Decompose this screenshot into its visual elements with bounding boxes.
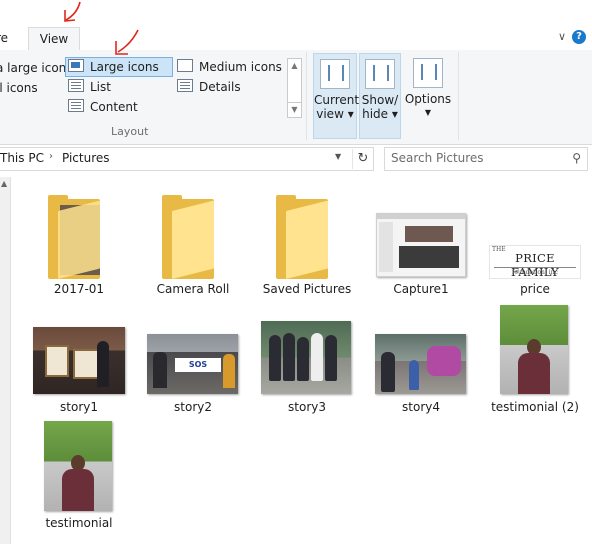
search-box[interactable]: ⚲	[384, 147, 588, 171]
file-name: Camera Roll	[156, 282, 230, 296]
medium-icons-label: Medium icons	[199, 60, 282, 74]
address-bar[interactable]: This PC › Pictures ▼ ↻	[0, 147, 374, 171]
annotation-arrow-large-icons	[115, 29, 139, 55]
file-item-story1[interactable]: story1	[27, 305, 131, 415]
extra-large-icons-label: a large icons	[0, 61, 73, 75]
file-item-camera-roll[interactable]: Camera Roll	[141, 195, 245, 300]
file-name: 2017-01	[53, 282, 105, 296]
scroll-up-icon[interactable]: ▲	[1, 179, 7, 188]
options-icon	[413, 58, 443, 88]
price-logo-thumbnail: THE PRICE FAMILY foundation, inc	[489, 245, 581, 279]
address-dropdown-icon[interactable]: ▼	[335, 152, 341, 161]
content-icon	[68, 99, 84, 112]
layout-list[interactable]: List	[68, 78, 111, 96]
ribbon-divider	[306, 52, 307, 140]
details-label: Details	[199, 80, 241, 94]
file-name: Capture1	[393, 282, 449, 296]
file-item-price[interactable]: THE PRICE FAMILY foundation, inc price	[483, 195, 587, 300]
file-item-2017-01[interactable]: 2017-01	[27, 195, 131, 300]
capture1-thumbnail	[376, 213, 466, 277]
chevron-down-icon[interactable]: ∨	[558, 30, 566, 43]
folder-icon	[48, 195, 100, 279]
folder-icon	[276, 195, 328, 279]
layout-extra-large-icons[interactable]: a large icons	[0, 59, 73, 77]
options-button[interactable]: Options ▼	[403, 53, 453, 137]
details-icon	[177, 79, 193, 92]
file-item-testimonial[interactable]: testimonial	[27, 418, 131, 533]
large-icons-icon	[68, 59, 84, 72]
search-input[interactable]	[391, 151, 561, 165]
current-view-button[interactable]: Current view ▾	[313, 53, 360, 139]
layout-details[interactable]: Details	[177, 78, 241, 96]
layout-content[interactable]: Content	[68, 98, 138, 116]
search-icon[interactable]: ⚲	[572, 151, 581, 165]
help-icon[interactable]: ?	[572, 30, 586, 44]
file-item-story2[interactable]: SOS story2	[141, 305, 245, 415]
current-view-label-1: Current	[314, 93, 360, 107]
story3-thumbnail	[261, 321, 351, 394]
ribbon-tabs: re View ∨ ?	[0, 0, 592, 52]
annotation-arrow-view	[64, 1, 81, 22]
tab-file[interactable]: re	[0, 27, 8, 50]
logo-subtitle: foundation, inc	[512, 269, 558, 276]
file-item-testimonial-2[interactable]: testimonial (2)	[483, 305, 587, 415]
file-name: testimonial	[45, 516, 113, 530]
story1-thumbnail	[33, 327, 125, 394]
file-name: story2	[174, 400, 212, 414]
refresh-icon[interactable]: ↻	[352, 149, 373, 169]
layout-gallery-scroll[interactable]: ▲ ▼	[287, 58, 302, 118]
breadcrumb-this-pc[interactable]: This PC	[0, 151, 44, 165]
breadcrumb-separator-icon[interactable]: ›	[49, 151, 53, 162]
story2-thumbnail: SOS	[147, 334, 238, 394]
testimonial-thumbnail	[44, 421, 112, 511]
layout-medium-icons[interactable]: Medium icons	[177, 58, 282, 76]
file-name: story3	[288, 400, 326, 414]
current-view-label-2: view	[316, 107, 344, 121]
layout-small-icons[interactable]: ll icons	[0, 79, 38, 97]
folder-icon	[162, 195, 214, 279]
list-label: List	[90, 80, 111, 94]
testimonial-2-thumbnail	[500, 305, 568, 394]
file-item-story4[interactable]: story4	[369, 305, 473, 415]
file-item-capture1[interactable]: Capture1	[369, 195, 473, 300]
show-hide-button[interactable]: Show/ hide ▾	[359, 53, 401, 139]
medium-icons-icon	[177, 59, 193, 72]
file-item-saved-pictures[interactable]: Saved Pictures	[255, 195, 359, 300]
current-view-icon	[320, 59, 350, 89]
file-name: Saved Pictures	[262, 282, 352, 296]
navigation-pane[interactable]: ▲	[0, 177, 11, 544]
breadcrumb-pictures[interactable]: Pictures	[62, 151, 110, 165]
content-label: Content	[90, 100, 138, 114]
options-label: Options	[404, 92, 452, 106]
expand-gallery-icon[interactable]: ▼	[288, 102, 301, 117]
show-hide-label-1: Show/	[361, 93, 399, 107]
story4-thumbnail	[375, 334, 466, 394]
file-name: price	[520, 282, 550, 296]
file-name: story1	[60, 400, 98, 414]
file-name: story4	[402, 400, 440, 414]
small-icons-label: ll icons	[0, 81, 38, 95]
scroll-up-icon[interactable]: ▲	[288, 59, 301, 73]
large-icons-label: Large icons	[90, 60, 159, 74]
file-item-story3[interactable]: story3	[255, 305, 359, 415]
show-hide-icon	[365, 59, 395, 89]
ribbon-divider-2	[458, 52, 459, 140]
layout-group-label: Layout	[111, 125, 149, 138]
layout-large-icons[interactable]: Large icons	[65, 57, 173, 77]
show-hide-label-2: hide	[362, 107, 389, 121]
list-icon	[68, 79, 84, 92]
file-name: testimonial (2)	[491, 400, 579, 414]
tab-view[interactable]: View	[28, 27, 80, 52]
